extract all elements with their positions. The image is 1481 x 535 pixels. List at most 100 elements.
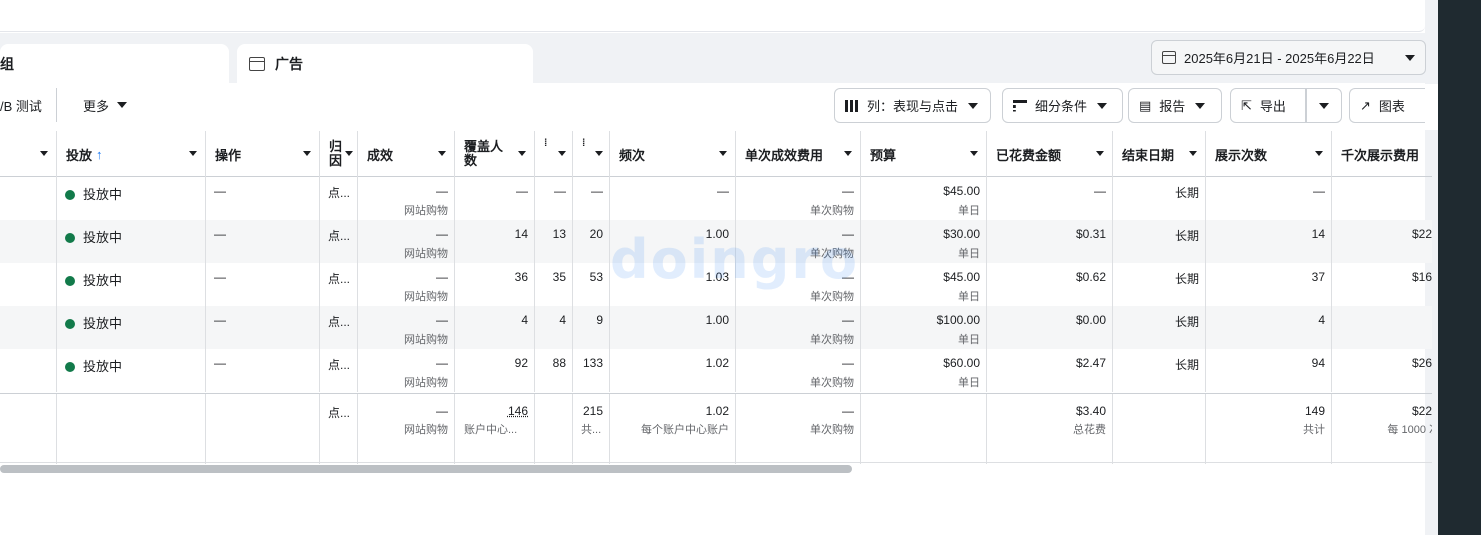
table-row[interactable]: 投放中 — 点... — 网站购物 4 4 9 1.00 — 单次购物 $100.00 单日 $0.00 长… bbox=[0, 306, 1432, 349]
cell-value-impressions: 14 bbox=[1311, 227, 1325, 241]
col-collapsed-1-header[interactable]: ⁞ bbox=[534, 131, 572, 177]
table-cell-cpm bbox=[1331, 177, 1432, 220]
col-results-label: 成效 bbox=[367, 147, 394, 163]
cell-value-spent: $0.31 bbox=[1075, 227, 1106, 241]
table-cell-actions: — bbox=[205, 220, 319, 263]
chevron-down-icon bbox=[518, 151, 526, 156]
col-spent-header[interactable]: 已花费金额 bbox=[986, 131, 1112, 177]
col-budget-header[interactable]: 预算 bbox=[860, 131, 986, 177]
table-cell bbox=[0, 349, 56, 392]
total-attribution: 点... bbox=[328, 406, 351, 420]
total-reach[interactable]: 146 bbox=[508, 404, 528, 418]
more-label: 更多 bbox=[83, 98, 110, 114]
table-cell-c1: — bbox=[534, 177, 572, 220]
col-attribution-header[interactable]: 归因 bbox=[319, 131, 357, 177]
table-cell-spent: $0.31 bbox=[986, 220, 1112, 263]
cell-value-budget: $45.00 bbox=[943, 270, 980, 284]
total-cell-enddate bbox=[1112, 394, 1205, 464]
table-cell-results: — 网站购物 bbox=[357, 349, 454, 392]
table-cell-budget: $30.00 单日 bbox=[860, 220, 986, 263]
more-button[interactable]: 更多 bbox=[73, 88, 137, 122]
cell-value-cpr: — bbox=[842, 313, 854, 327]
tab-ads[interactable]: 广告 bbox=[237, 44, 533, 84]
table-cell-actions: — bbox=[205, 349, 319, 392]
chevron-down-icon bbox=[117, 102, 128, 108]
col-reach-header[interactable]: 覆盖人数 bbox=[454, 131, 534, 177]
col-cpm-header[interactable]: 千次展示费用 bbox=[1331, 131, 1432, 177]
cell-sub-budget: 单日 bbox=[958, 291, 980, 303]
charts-button[interactable]: ↗ 图表 bbox=[1349, 88, 1425, 123]
cell-value-reach: 14 bbox=[514, 227, 528, 241]
table-cell-actions: — bbox=[205, 306, 319, 349]
cell-value-results: — bbox=[436, 184, 448, 198]
ab-test-button[interactable]: /B 测试 bbox=[0, 88, 57, 122]
status-badge: 投放中 bbox=[65, 356, 122, 375]
table-cell-c2: 53 bbox=[572, 263, 609, 306]
table-row[interactable]: 投放中 — 点... — 网站购物 92 88 133 1.02 — 单次购物 $60.00 单日 $2.… bbox=[0, 349, 1432, 392]
status-dot-icon bbox=[65, 233, 75, 243]
col-name-header[interactable] bbox=[0, 131, 56, 177]
total-cell-frequency: 1.02 每个账户中心账户 bbox=[609, 394, 735, 464]
table-cell-attribution: 点... bbox=[319, 263, 357, 306]
col-impressions-header[interactable]: 展示次数 bbox=[1205, 131, 1331, 177]
cell-value-results: — bbox=[436, 270, 448, 284]
table-cell bbox=[0, 263, 56, 306]
cell-value-c1: 35 bbox=[552, 270, 566, 284]
cell-value-actions: — bbox=[214, 313, 226, 327]
total-cell-spent: $3.40 总花费 bbox=[986, 394, 1112, 464]
total-cell-cpm: $22 每 1000 次 bbox=[1331, 394, 1432, 464]
reports-button[interactable]: ▤ 报告 bbox=[1128, 88, 1222, 123]
cell-value-attribution: 点... bbox=[328, 358, 351, 372]
total-cpr-sub: 单次购物 bbox=[810, 424, 854, 436]
toolbar bbox=[0, 84, 1438, 130]
tab-adsets[interactable]: 组 bbox=[0, 44, 229, 84]
chevron-down-icon bbox=[595, 151, 603, 156]
table-cell-results: — 网站购物 bbox=[357, 263, 454, 306]
breakdown-button[interactable]: 细分条件 bbox=[1002, 88, 1123, 123]
breakdown-icon bbox=[1013, 99, 1027, 112]
top-panel bbox=[0, 0, 1425, 32]
cell-value-end: 长期 bbox=[1174, 272, 1199, 286]
col-actions-header[interactable]: 操作 bbox=[205, 131, 319, 177]
cell-value-end: 长期 bbox=[1174, 358, 1199, 372]
table-cell-results: — 网站购物 bbox=[357, 220, 454, 263]
table-cell-end: 长期 bbox=[1112, 177, 1205, 220]
table-cell-cpm bbox=[1331, 306, 1432, 349]
col-results-header[interactable]: 成效 bbox=[357, 131, 454, 177]
col-collapsed-2-header[interactable]: ⁞ bbox=[572, 131, 609, 177]
cell-value-actions: — bbox=[214, 184, 226, 198]
table-cell-cpr: — 单次购物 bbox=[735, 177, 860, 220]
table-cell-actions: — bbox=[205, 263, 319, 306]
date-range-picker[interactable]: 2025年6月21日 - 2025年6月22日 bbox=[1151, 40, 1426, 75]
export-button[interactable]: ⇱ 导出 bbox=[1230, 88, 1306, 123]
total-cell-cpr: — 单次购物 bbox=[735, 394, 860, 464]
tab-adsets-label: 组 bbox=[0, 56, 14, 72]
cell-sub-budget: 单日 bbox=[958, 248, 980, 260]
status-dot-icon bbox=[65, 190, 75, 200]
table-row[interactable]: 投放中 — 点... — 网站购物 — — — — — 单次购物 $45.00 单日 — 长期 — bbox=[0, 177, 1432, 220]
horizontal-scrollbar[interactable] bbox=[0, 465, 852, 473]
col-delivery-header[interactable]: 投放 ↑ bbox=[56, 131, 205, 177]
col-cpr-header[interactable]: 单次成效费用 bbox=[735, 131, 860, 177]
table-cell-end: 长期 bbox=[1112, 220, 1205, 263]
columns-button[interactable]: 列：表现与点击 bbox=[834, 88, 991, 123]
export-dropdown[interactable] bbox=[1306, 88, 1342, 123]
cell-value-reach: 92 bbox=[514, 356, 528, 370]
report-icon: ▤ bbox=[1139, 97, 1152, 113]
col-enddate-header[interactable]: 结束日期 bbox=[1112, 131, 1205, 177]
status-dot-icon bbox=[65, 276, 75, 286]
cell-value-results: — bbox=[436, 356, 448, 370]
table-cell-impressions: 4 bbox=[1205, 306, 1331, 349]
cell-sub-results: 网站购物 bbox=[404, 334, 448, 346]
cell-value-end: 长期 bbox=[1174, 229, 1199, 243]
col-frequency-header[interactable]: 频次 bbox=[609, 131, 735, 177]
export-icon: ⇱ bbox=[1241, 97, 1252, 113]
table-cell-c2: 9 bbox=[572, 306, 609, 349]
total-cell-delivery bbox=[56, 394, 205, 464]
cell-value-actions: — bbox=[214, 270, 226, 284]
status-dot-icon bbox=[65, 362, 75, 372]
table-cell-cpr: — 单次购物 bbox=[735, 349, 860, 392]
table-cell-results: — 网站购物 bbox=[357, 306, 454, 349]
table-cell-attribution: 点... bbox=[319, 306, 357, 349]
total-c2-sub: 共... bbox=[581, 424, 602, 436]
